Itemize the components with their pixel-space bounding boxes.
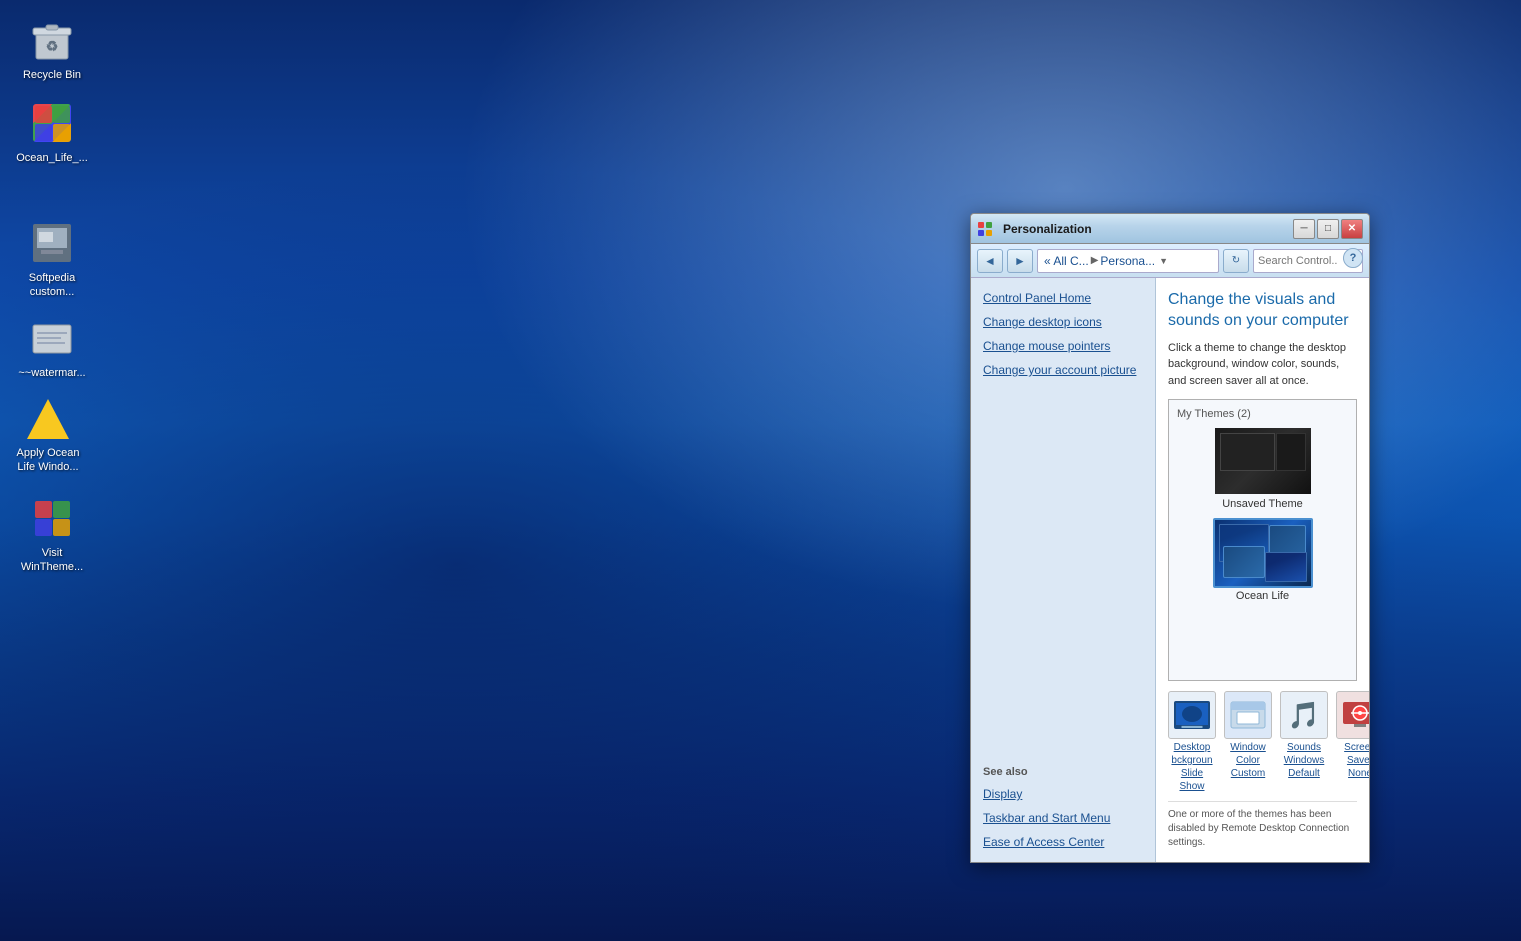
desktop-icon-watermark[interactable]: ~~watermar... (12, 310, 92, 384)
desktop-background-item[interactable]: ▬▬▬ DesktopbckgrounSlideShow (1168, 691, 1216, 793)
softpedia-icon (28, 219, 76, 267)
svg-text:▬▬▬: ▬▬▬ (1182, 723, 1203, 730)
ocean-life-theme-thumbnail (1213, 518, 1313, 588)
apply-ocean-label: Apply Ocean Life Windo... (12, 446, 84, 475)
forward-button[interactable]: ► (1007, 249, 1033, 273)
window-color-item[interactable]: WindowColorCustom (1224, 691, 1272, 780)
svg-text:★: ★ (39, 416, 57, 438)
help-button[interactable]: ? (1343, 248, 1363, 268)
nav-change-mouse-pointers[interactable]: Change mouse pointers (971, 334, 1155, 358)
nav-ease-of-access[interactable]: Ease of Access Center (971, 830, 1155, 854)
ocean-life-icon (28, 99, 76, 147)
breadcrumb-allcontrol: « All C... (1044, 254, 1089, 268)
sounds-label: SoundsWindowsDefault (1284, 741, 1325, 780)
rdp-note: One or more of the themes has been disab… (1168, 801, 1357, 850)
sounds-item[interactable]: 🎵 SoundsWindowsDefault (1280, 691, 1328, 780)
customization-bar: ▬▬▬ DesktopbckgrounSlideShow (1168, 691, 1357, 793)
desktop-background-label: DesktopbckgrounSlideShow (1171, 741, 1212, 793)
window-body: Control Panel Home Change desktop icons … (971, 278, 1369, 862)
search-input[interactable] (1258, 255, 1338, 267)
title-bar: Personalization ─ □ ✕ (971, 214, 1369, 244)
desktop-icon-recycle-bin[interactable]: ♻ Recycle Bin (12, 12, 92, 86)
ocean-thumb-bg (1215, 520, 1311, 586)
window-title: Personalization (1003, 222, 1092, 236)
breadcrumb-personalization: Persona... (1100, 254, 1155, 268)
nav-display[interactable]: Display (971, 782, 1155, 806)
nav-change-account-picture[interactable]: Change your account picture (971, 358, 1155, 382)
left-nav-panel: Control Panel Home Change desktop icons … (971, 278, 1156, 862)
wintheme-icon (28, 494, 76, 542)
sounds-icon: 🎵 (1280, 691, 1328, 739)
screen-saver-label: ScreenSaverNone (1344, 741, 1369, 780)
theme-item-ocean-life[interactable]: Ocean Life (1177, 518, 1348, 602)
theme-item-unsaved[interactable]: Unsaved Theme (1177, 426, 1348, 510)
screen-saver-icon (1336, 691, 1369, 739)
refresh-button[interactable]: ↻ (1223, 249, 1249, 273)
breadcrumb-separator: ▶ (1091, 255, 1099, 266)
wintheme-label: Visit WinTheme... (16, 546, 88, 575)
desktop: ♻ Recycle Bin (0, 0, 1521, 941)
close-button[interactable]: ✕ (1341, 219, 1363, 239)
ocean-life-theme-name: Ocean Life (1236, 590, 1289, 602)
maximize-button[interactable]: □ (1317, 219, 1339, 239)
my-themes-title: My Themes (2) (1177, 408, 1348, 420)
nav-taskbar[interactable]: Taskbar and Start Menu (971, 806, 1155, 830)
watermark-icon (28, 314, 76, 362)
control-panel-window: Personalization ─ □ ✕ ◄ ► « All C... ▶ P… (970, 213, 1370, 863)
desktop-icon-softpedia[interactable]: Softpedia custom... (12, 215, 92, 304)
address-bar: ◄ ► « All C... ▶ Persona... ▼ ↻ 🔍 (971, 244, 1369, 278)
personalization-title-icon (977, 221, 993, 237)
see-also-title: See also (971, 756, 1155, 782)
recycle-bin-icon: ♻ (28, 16, 76, 64)
panel-description: Click a theme to change the desktop back… (1168, 340, 1357, 390)
breadcrumb[interactable]: « All C... ▶ Persona... ▼ (1037, 249, 1219, 273)
right-content-panel: Change the visuals and sounds on your co… (1156, 278, 1369, 862)
desktop-icon-wintheme[interactable]: Visit WinTheme... (12, 490, 92, 579)
desktop-icon-apply-ocean[interactable]: ★ Apply Ocean Life Windo... (8, 390, 88, 479)
nav-change-desktop-icons[interactable]: Change desktop icons (971, 310, 1155, 334)
window-color-icon (1224, 691, 1272, 739)
breadcrumb-dropdown[interactable]: ▼ (1159, 256, 1168, 266)
unsaved-theme-name: Unsaved Theme (1222, 498, 1303, 510)
minimize-button[interactable]: ─ (1293, 219, 1315, 239)
title-bar-controls: ─ □ ✕ (1293, 219, 1363, 239)
nav-control-panel-home[interactable]: Control Panel Home (971, 286, 1155, 310)
window-color-label: WindowColorCustom (1230, 741, 1266, 780)
apply-ocean-icon: ★ (24, 394, 72, 442)
svg-text:♻: ♻ (46, 38, 59, 54)
softpedia-label: Softpedia custom... (16, 271, 88, 300)
desktop-background-icon: ▬▬▬ (1168, 691, 1216, 739)
unsaved-theme-thumbnail (1213, 426, 1313, 496)
desktop-icon-ocean-life[interactable]: Ocean_Life_... (12, 95, 92, 169)
recycle-bin-label: Recycle Bin (23, 68, 81, 82)
panel-title: Change the visuals and sounds on your co… (1168, 290, 1357, 332)
back-button[interactable]: ◄ (977, 249, 1003, 273)
watermark-label: ~~watermar... (18, 366, 85, 380)
screen-saver-item[interactable]: ScreenSaverNone (1336, 691, 1369, 780)
ocean-life-label: Ocean_Life_... (16, 151, 88, 165)
theme-scroll-area[interactable]: My Themes (2) Unsaved Theme (1168, 399, 1357, 681)
